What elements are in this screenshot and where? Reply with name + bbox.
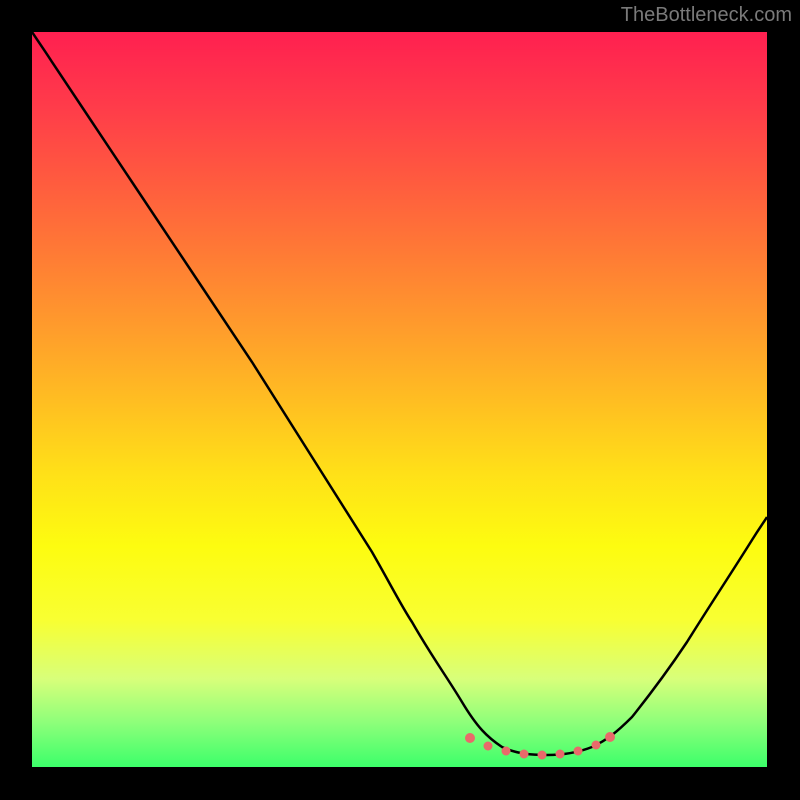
marker-dot (502, 747, 511, 756)
bottleneck-curve (32, 32, 767, 755)
marker-dot (520, 750, 529, 759)
marker-dot (465, 733, 475, 743)
marker-dot (574, 747, 583, 756)
marker-dot (592, 741, 601, 750)
marker-dot (538, 751, 547, 760)
marker-dot (484, 742, 493, 751)
watermark-text: TheBottleneck.com (621, 4, 792, 27)
plot-area (32, 32, 767, 767)
chart-container: TheBottleneck.com (0, 0, 800, 800)
marker-dot (556, 750, 565, 759)
chart-svg (32, 32, 767, 767)
marker-dot (605, 732, 615, 742)
